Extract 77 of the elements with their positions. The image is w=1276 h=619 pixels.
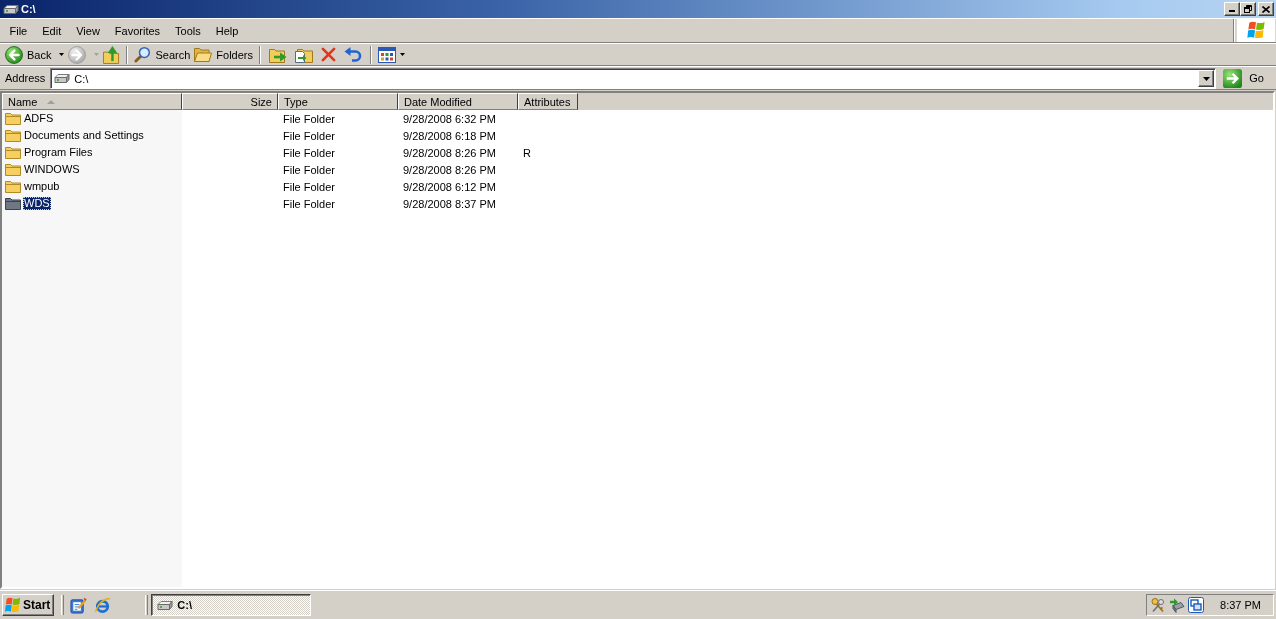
minimize-icon [1229,10,1235,12]
search-icon [134,46,152,63]
close-button[interactable] [1258,2,1274,16]
caret-icon [1202,76,1210,81]
restore-icon [1244,5,1252,13]
table-cell: R [523,146,531,159]
menu-item[interactable]: View [68,20,108,41]
address-combo-box[interactable]: C:\ [50,67,1217,89]
sort-arrow-icon [47,99,56,104]
close-icon [1262,5,1270,13]
menu-item[interactable]: File [2,20,35,41]
file-name[interactable]: wmpub [23,180,61,193]
file-name[interactable]: ADFS [23,112,55,125]
table-cell: 9/28/2008 8:26 PM [403,163,496,176]
up-folder-icon [103,45,121,64]
table-cell: File Folder [283,112,335,125]
drive-icon [157,599,174,611]
file-name[interactable]: Documents and Settings [23,129,145,142]
keys-icon[interactable] [1150,597,1167,613]
menu-item[interactable]: Favorites [107,20,168,41]
minimize-button[interactable] [1224,2,1240,16]
folder-icon [5,112,21,125]
caret-icon [59,53,65,56]
folder-icon [5,197,21,210]
column-header[interactable]: Type [278,93,398,110]
stacked-windows-icon[interactable] [1188,597,1205,613]
folder-copy-icon [295,46,313,63]
flag-logo-icon [5,597,21,613]
drive-icon [54,73,71,84]
table-cell: File Folder [283,180,335,193]
table-cell: File Folder [283,146,335,159]
window-title: C:\ [21,3,36,15]
menu-item[interactable]: Edit [34,20,69,41]
address-input[interactable]: C:\ [70,72,1199,85]
menu-item[interactable]: Tools [167,20,209,41]
folder-icon [5,129,21,142]
table-cell: 9/28/2008 6:12 PM [403,180,496,193]
table-cell: 9/28/2008 6:32 PM [403,112,496,125]
table-cell: 9/28/2008 6:18 PM [403,129,496,142]
table-cell: File Folder [283,163,335,176]
file-name[interactable]: WDS [23,197,51,210]
undo-icon [344,46,362,63]
clock: 8:37 PM [1220,599,1261,611]
folders-button[interactable]: Folders [192,44,255,65]
column-header[interactable]: Name [2,93,182,110]
folder-icon [194,47,213,62]
column-header[interactable]: Attributes [518,93,578,110]
column-header[interactable]: Date Modified [398,93,518,110]
browser-icon [93,596,111,614]
menu-item[interactable]: Help [208,20,246,41]
caret-icon [94,53,100,56]
table-cell: File Folder [283,197,335,210]
views-button[interactable] [376,44,407,65]
back-button[interactable]: Back [3,44,67,65]
table-cell: 9/28/2008 8:26 PM [403,146,496,159]
drive-icon [3,3,19,15]
device-arrow-icon[interactable] [1169,597,1186,613]
go-button[interactable]: Go [1221,67,1272,89]
start-button[interactable]: Start [2,594,55,616]
file-name[interactable]: Program Files [23,146,94,159]
search-button[interactable]: Search [132,44,193,65]
restore-button[interactable] [1240,2,1256,16]
table-cell: File Folder [283,129,335,142]
dropdown-button[interactable] [1198,70,1215,87]
folder-icon [5,180,21,193]
delete-icon [321,47,336,62]
folder-icon [5,146,21,159]
file-name[interactable]: WINDOWS [23,163,81,176]
address-label: Address [5,72,46,84]
caret-icon [400,53,405,56]
column-header[interactable]: Size [182,93,278,110]
document-pen-icon [69,596,87,614]
folder-arrow-icon [269,46,287,63]
folder-icon [5,163,21,176]
taskbar-button[interactable]: C:\ [151,594,312,616]
table-cell: 9/28/2008 8:37 PM [403,197,496,210]
grid-view-icon [378,46,396,63]
